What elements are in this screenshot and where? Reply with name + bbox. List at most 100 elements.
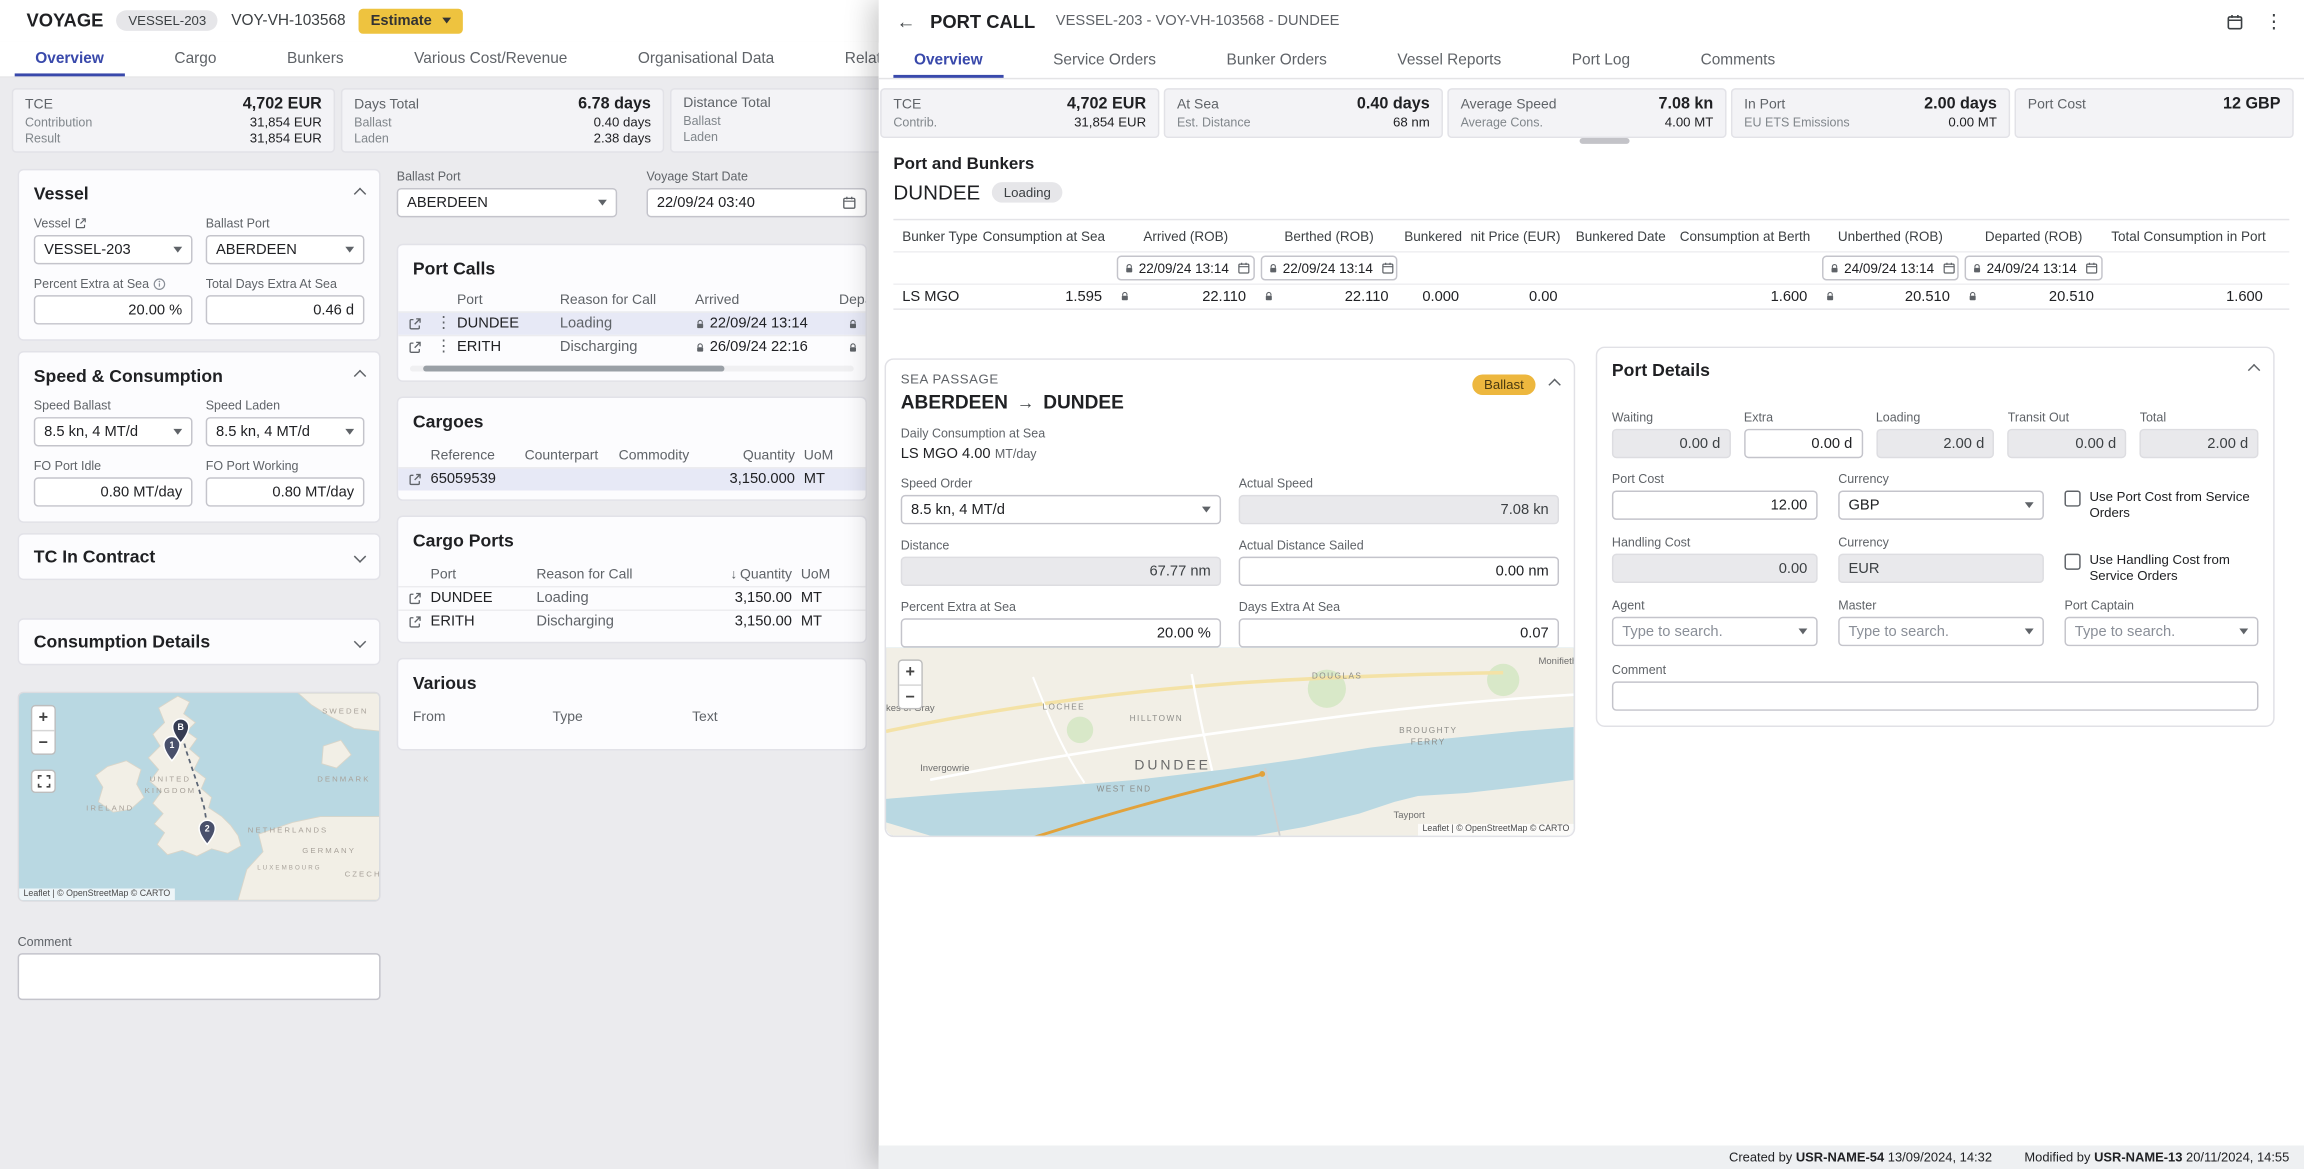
days-extra-input[interactable]: 0.07 <box>1239 618 1559 647</box>
col-reference: Reference <box>431 447 525 463</box>
tab-overview[interactable]: Overview <box>0 41 139 76</box>
chevron-down-icon[interactable] <box>354 636 366 648</box>
open-cargo-port-icon[interactable] <box>398 592 430 605</box>
use-handling-cost-checkbox-row[interactable]: Use Handling Cost from Service Orders <box>2064 535 2258 585</box>
cargoes-card: Cargoes Reference Counterpart Commodity … <box>397 397 867 501</box>
cargo-row[interactable]: 65059539 3,150.000 MT <box>398 467 865 490</box>
total-days-extra-label: Total Days Extra At Sea <box>206 276 365 291</box>
fo-port-idle-input[interactable]: 0.80 MT/day <box>34 477 193 506</box>
consumption-berth-cell: 1.600 <box>1672 285 1819 308</box>
checkbox-icon[interactable] <box>2064 491 2080 507</box>
chevron-up-icon[interactable] <box>2248 364 2260 376</box>
zoom-in-button[interactable]: + <box>899 661 921 684</box>
kpi-sub-label: Laden <box>683 129 718 144</box>
kebab-icon[interactable]: ⋮ <box>431 339 457 355</box>
calendar-icon[interactable] <box>2226 12 2244 30</box>
kpi-scroll-indicator[interactable] <box>1580 138 1630 143</box>
use-port-cost-checkbox-row[interactable]: Use Port Cost from Service Orders <box>2064 471 2258 521</box>
total-input: 2.00 d <box>2140 429 2259 458</box>
fo-port-working-input[interactable]: 0.80 MT/day <box>206 477 365 506</box>
kebab-icon[interactable]: ⋮ <box>2264 12 2283 31</box>
voyage-route-map[interactable]: SWEDEN DENMARK UNITED KINGDOM IRELAND NE… <box>18 692 381 902</box>
port-call-row-erith[interactable]: ⋮ ERITH Discharging 26/09/24 22:16 <box>398 335 865 358</box>
berthed-date-input[interactable]: 22/09/24 13:14 <box>1261 256 1398 281</box>
chevron-down-icon <box>2025 502 2034 508</box>
open-port-call-icon[interactable] <box>398 341 430 354</box>
tab-bunkers[interactable]: Bunkers <box>252 41 379 76</box>
horizontal-scrollbar[interactable] <box>410 366 854 372</box>
speed-ballast-select[interactable]: 8.5 kn, 4 MT/d <box>34 417 193 446</box>
fo-port-working-label: FO Port Working <box>206 458 365 473</box>
chevron-down-icon[interactable] <box>354 550 366 562</box>
col-berthed-rob: Berthed (ROB) <box>1258 220 1401 251</box>
speed-consumption-title: Speed & Consumption <box>34 366 223 387</box>
actual-distance-input[interactable]: 0.00 nm <box>1239 557 1559 586</box>
voyage-comment-input[interactable] <box>18 953 381 1000</box>
zoom-out-button[interactable]: − <box>899 684 921 707</box>
vessel-select[interactable]: VESSEL-203 <box>34 235 193 264</box>
percent-extra-input[interactable]: 20.00 % <box>901 618 1221 647</box>
port-cost-input[interactable]: 12.00 <box>1612 491 1818 520</box>
calendar-icon[interactable] <box>1382 261 1395 274</box>
fullscreen-button[interactable] <box>31 770 56 793</box>
tab-comments[interactable]: Comments <box>1665 43 1810 78</box>
kpi-sub-label: Ballast <box>683 113 720 128</box>
zoom-in-button[interactable]: + <box>32 706 54 729</box>
open-port-call-icon[interactable] <box>398 317 430 330</box>
map-zoom-controls: + − <box>31 705 56 755</box>
arrived-date-input[interactable]: 22/09/24 13:14 <box>1117 256 1255 281</box>
bunker-table-row-lsmgo[interactable]: LS MGO 1.595 22.110 22.110 0.000 0.00 1.… <box>893 285 2289 310</box>
agent-select[interactable]: Type to search. <box>1612 617 1818 646</box>
tab-overview[interactable]: Overview <box>879 43 1018 78</box>
map-label-broughty: BROUGHTY <box>1399 726 1457 735</box>
calendar-icon[interactable] <box>842 195 857 210</box>
tab-bunker-orders[interactable]: Bunker Orders <box>1191 43 1362 78</box>
currency-value: GBP <box>1848 497 1879 513</box>
port-area-map[interactable]: LOCHEE HILLTOWN WEST END DOUGLAS BROUGHT… <box>886 648 1574 836</box>
kebab-icon[interactable]: ⋮ <box>431 316 457 332</box>
open-vessel-icon[interactable] <box>75 217 87 229</box>
chevron-up-icon[interactable] <box>354 188 366 200</box>
ballast-port-select[interactable]: ABERDEEN <box>206 235 365 264</box>
tab-port-log[interactable]: Port Log <box>1536 43 1665 78</box>
back-icon[interactable]: ← <box>896 10 915 32</box>
master-select[interactable]: Type to search. <box>1838 617 2044 646</box>
lock-icon <box>1264 291 1274 303</box>
scrollbar-thumb[interactable] <box>423 366 725 372</box>
tab-cargo[interactable]: Cargo <box>139 41 252 76</box>
extra-input[interactable]: 0.00 d <box>1744 429 1863 458</box>
open-cargo-port-icon[interactable] <box>398 615 430 628</box>
speed-laden-select[interactable]: 8.5 kn, 4 MT/d <box>206 417 365 446</box>
zoom-out-button[interactable]: − <box>32 730 54 753</box>
cargo-port-row-dundee[interactable]: DUNDEE Loading 3,150.00 MT <box>398 586 865 609</box>
currency-select[interactable]: GBP <box>1838 491 2044 520</box>
kpi-value: 12 GBP <box>2223 95 2281 113</box>
map-label-ireland: IRELAND <box>86 804 134 813</box>
tab-organisational-data[interactable]: Organisational Data <box>603 41 810 76</box>
calendar-icon[interactable] <box>1238 261 1251 274</box>
calendar-icon[interactable] <box>2086 261 2099 274</box>
tab-service-orders[interactable]: Service Orders <box>1018 43 1191 78</box>
chevron-up-icon[interactable] <box>354 370 366 382</box>
kpi-sub-value: 0.40 days <box>594 115 651 130</box>
col-quantity-sort[interactable]: ↓Quantity <box>677 566 800 582</box>
lock-icon <box>695 341 705 353</box>
total-days-extra-input[interactable]: 0.46 d <box>206 295 365 324</box>
voyage-start-date-input[interactable]: 22/09/24 03:40 <box>647 188 867 217</box>
port-call-comment-input[interactable] <box>1612 681 2259 710</box>
speed-order-select[interactable]: 8.5 kn, 4 MT/d <box>901 495 1221 524</box>
open-cargo-icon[interactable] <box>398 473 430 486</box>
chevron-up-icon[interactable] <box>1548 379 1560 391</box>
ballast-port-select-mid[interactable]: ABERDEEN <box>397 188 617 217</box>
departed-date-input[interactable]: 24/09/24 13:14 <box>1965 256 2103 281</box>
port-call-row-dundee[interactable]: ⋮ DUNDEE Loading 22/09/24 13:14 <box>398 311 865 334</box>
estimate-button[interactable]: Estimate <box>359 8 463 33</box>
tab-vessel-reports[interactable]: Vessel Reports <box>1362 43 1536 78</box>
tab-various-cost-revenue[interactable]: Various Cost/Revenue <box>379 41 603 76</box>
port-captain-select[interactable]: Type to search. <box>2064 617 2258 646</box>
unberthed-date-input[interactable]: 24/09/24 13:14 <box>1822 256 1959 281</box>
percent-extra-at-sea-input[interactable]: 20.00 % <box>34 295 193 324</box>
calendar-icon[interactable] <box>1943 261 1956 274</box>
checkbox-icon[interactable] <box>2064 554 2080 570</box>
cargo-port-row-erith[interactable]: ERITH Discharging 3,150.00 MT <box>398 609 865 632</box>
